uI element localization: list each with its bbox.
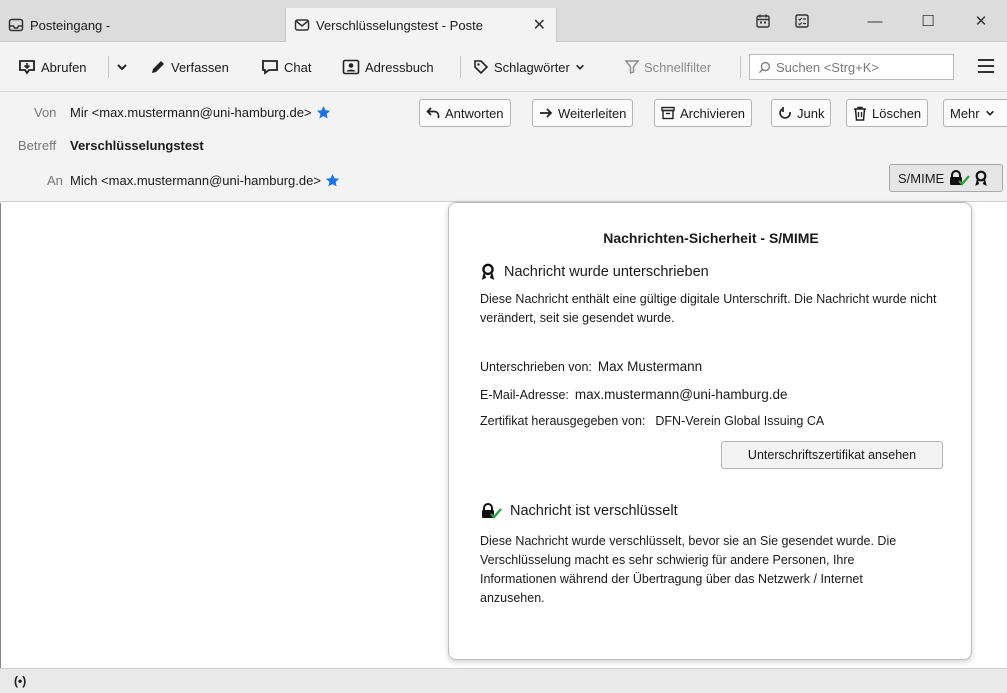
chat-icon: [262, 60, 278, 75]
email-label: E-Mail-Adresse:: [480, 388, 569, 402]
junk-icon: [779, 107, 791, 119]
maximize-icon[interactable]: ☐: [913, 8, 943, 34]
popup-title: Nachrichten-Sicherheit - S/MIME: [603, 230, 819, 246]
chat-label: Chat: [284, 59, 312, 75]
encrypted-heading-text: Nachricht ist verschlüsselt: [510, 503, 678, 519]
reply-button[interactable]: Antworten: [419, 99, 511, 127]
envelope-icon: [294, 19, 310, 31]
star-icon[interactable]: [325, 173, 340, 188]
main-toolbar: Abrufen Verfassen Chat Adressbuch Schlag…: [0, 42, 1007, 92]
close-window-icon[interactable]: ✕: [966, 8, 996, 34]
compose-label: Verfassen: [171, 59, 229, 75]
quick-filter-label: Schnellfilter: [644, 59, 712, 75]
pencil-icon: [152, 61, 164, 73]
delete-button[interactable]: Löschen: [846, 99, 929, 127]
chevron-down-icon: [575, 64, 584, 70]
signed-by-label: Unterschrieben von:: [480, 360, 592, 374]
tags-label: Schlagwörter: [494, 59, 570, 75]
search-placeholder: Suchen <Strg+K>: [776, 59, 879, 75]
tags-button[interactable]: Schlagwörter: [473, 54, 585, 80]
calendar-icon[interactable]: [748, 8, 778, 34]
download-icon: [19, 60, 35, 75]
signed-heading: Nachricht wurde unterschrieben: [480, 263, 709, 280]
quick-filter-button[interactable]: Schnellfilter: [625, 54, 711, 80]
inbox-icon: [8, 18, 24, 32]
lock-check-icon: [950, 170, 971, 186]
signed-by-row: Unterschrieben von: Max Mustermann: [480, 359, 702, 374]
from-address: Mir <max.mustermann@uni-hamburg.de>: [70, 105, 312, 120]
address-book-icon: [342, 59, 360, 75]
chevron-down-icon: [117, 64, 127, 71]
star-icon[interactable]: [316, 105, 331, 120]
to-value[interactable]: Mich <max.mustermann@uni-hamburg.de>: [70, 173, 340, 188]
smime-button[interactable]: S/MIME: [889, 164, 1003, 192]
compose-button[interactable]: Verfassen: [150, 54, 229, 80]
encrypted-heading: Nachricht ist verschlüsselt: [480, 503, 678, 519]
certificate-icon: [481, 263, 495, 280]
archive-label: Archivieren: [680, 105, 746, 121]
view-certificate-button[interactable]: Unterschriftszertifikat ansehen: [721, 441, 943, 469]
smime-label: S/MIME: [898, 170, 945, 186]
tab-bar: Posteingang - Verschlüsselungstest - Pos…: [0, 0, 1007, 42]
more-label: Mehr: [950, 105, 980, 121]
message-header: Von Mir <max.mustermann@uni-hamburg.de> …: [0, 92, 1007, 202]
app-menu-icon[interactable]: [978, 59, 994, 77]
tab-message[interactable]: Verschlüsselungstest - Poste ✕: [285, 8, 557, 42]
close-tab-icon[interactable]: ✕: [533, 15, 546, 35]
get-messages-label: Abrufen: [41, 59, 87, 75]
forward-button[interactable]: Weiterleiten: [532, 99, 634, 127]
email-value: max.mustermann@uni-hamburg.de: [574, 387, 788, 402]
archive-button[interactable]: Archivieren: [654, 99, 753, 127]
archive-icon: [661, 106, 675, 120]
signed-by-value: Max Mustermann: [597, 359, 703, 374]
lock-check-icon: [482, 503, 502, 519]
tab-inbox[interactable]: Posteingang -: [0, 8, 283, 42]
activity-icon[interactable]: (•): [14, 674, 26, 688]
tasks-icon[interactable]: [787, 8, 817, 34]
more-button[interactable]: Mehr: [943, 99, 1007, 127]
get-messages-dropdown[interactable]: [116, 54, 128, 80]
subject-label: Betreff: [18, 138, 57, 153]
security-popup: Nachrichten-Sicherheit - S/MIME Nachrich…: [448, 202, 972, 660]
delete-label: Löschen: [872, 105, 922, 121]
reply-icon: [426, 107, 440, 118]
tab-label: Posteingang -: [30, 17, 111, 33]
tag-icon: [474, 60, 489, 75]
trash-icon: [854, 106, 866, 121]
signed-heading-text: Nachricht wurde unterschrieben: [504, 263, 709, 280]
issuer-row: Zertifikat herausgegeben von: DFN-Verein …: [480, 414, 824, 428]
filter-icon: [625, 60, 639, 74]
chat-button[interactable]: Chat: [261, 54, 311, 80]
from-label: Von: [34, 105, 57, 120]
tab-label: Verschlüsselungstest - Poste: [316, 17, 483, 33]
junk-label: Junk: [797, 105, 825, 121]
status-bar: (•): [0, 668, 1007, 693]
encrypted-description: Diese Nachricht wurde verschlüsselt, bev…: [480, 534, 897, 605]
junk-button[interactable]: Junk: [771, 99, 832, 127]
minimize-icon[interactable]: —: [860, 8, 890, 34]
signed-description: Diese Nachricht enthält eine gültige dig…: [480, 292, 937, 325]
reply-label: Antworten: [445, 105, 504, 121]
search-input[interactable]: Suchen <Strg+K>: [749, 54, 954, 80]
certificate-icon: [975, 170, 987, 186]
from-value[interactable]: Mir <max.mustermann@uni-hamburg.de>: [70, 105, 331, 120]
email-row: E-Mail-Adresse: max.mustermann@uni-hambur…: [480, 387, 787, 402]
get-messages-button[interactable]: Abrufen: [18, 54, 87, 80]
address-book-label: Adressbuch: [365, 59, 434, 75]
address-book-button[interactable]: Adressbuch: [342, 54, 434, 80]
forward-label: Weiterleiten: [558, 105, 627, 121]
to-address: Mich <max.mustermann@uni-hamburg.de>: [70, 173, 321, 188]
issuer-label: Zertifikat herausgegeben von:: [480, 414, 646, 428]
subject-value: Verschlüsselungstest: [70, 138, 204, 153]
search-icon: [758, 61, 771, 73]
chevron-down-icon: [985, 110, 994, 116]
issuer-value: DFN-Verein Global Issuing CA: [655, 414, 825, 428]
to-label: An: [47, 173, 63, 188]
arrow-right-icon: [540, 108, 553, 118]
